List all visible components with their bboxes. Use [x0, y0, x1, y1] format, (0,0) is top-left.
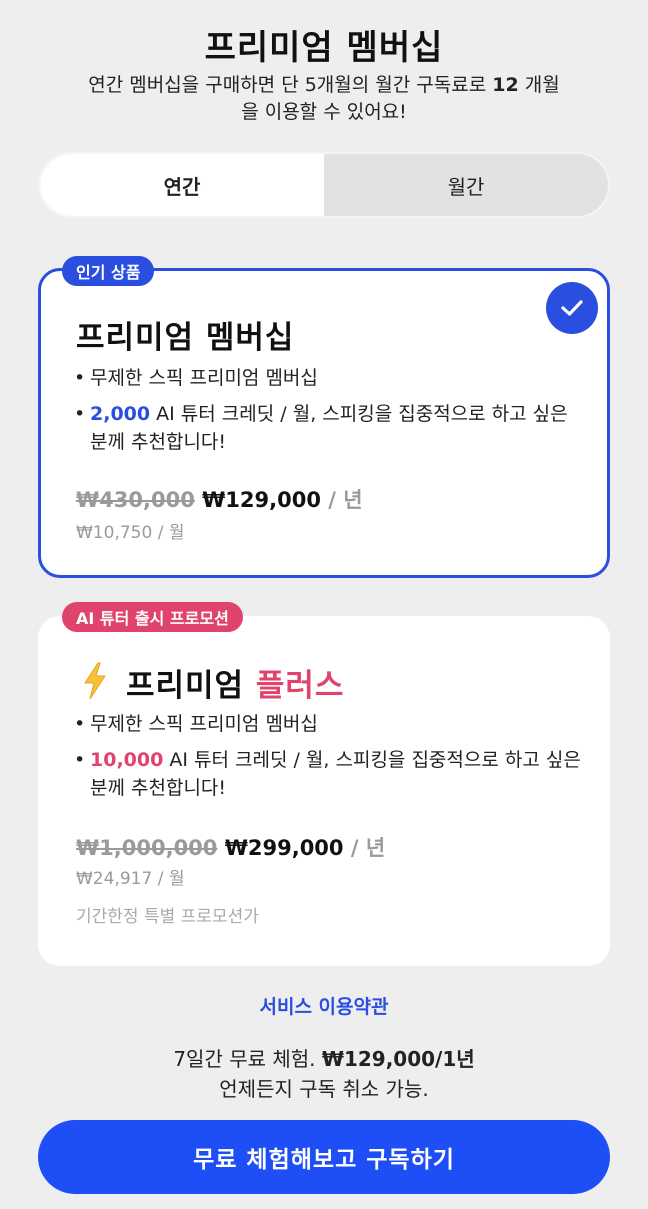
- sale-price: ₩129,000: [202, 488, 321, 512]
- trial-info: 7일간 무료 체험. ₩129,000/1년 언제든지 구독 취소 가능.: [173, 1047, 475, 1101]
- plan-name: 프리미엄 멤버십: [76, 320, 295, 356]
- terms-of-service-link[interactable]: 서비스 이용약관: [0, 992, 648, 1019]
- check-icon[interactable]: [546, 282, 598, 334]
- plan-feature: • 무제한 스픽 프리미엄 멤버십: [74, 713, 318, 735]
- plan-feature: • 2,000 AI 튜터 크레딧 / 월, 스피킹을 집중적으로 하고 싶은 분…: [74, 403, 568, 453]
- trial-price: ₩129,000/1년: [321, 1047, 475, 1071]
- plan-feature: • 10,000 AI 튜터 크레딧 / 월, 스피킹을 집중적으로 하고 싶은 …: [74, 749, 581, 799]
- subtitle-text-3: 을 이용할 수 있어요!: [241, 101, 407, 123]
- plan-feature: • 무제한 스픽 프리미엄 멤버십: [74, 367, 318, 389]
- plan-name-plus: 프리미엄 플러스: [126, 668, 345, 704]
- subtitle-text-2: 개월: [518, 74, 560, 96]
- sale-price: ₩299,000: [224, 836, 344, 860]
- billing-period-toggle: 연간 월간: [38, 152, 610, 218]
- membership-page: 프리미엄 멤버십 연간 멤버십을 구매하면 단 5개월의 월간 구독료로 12 …: [0, 0, 648, 1209]
- credit-amount: 2,000: [90, 403, 151, 425]
- promo-note: 기간한정 특별 프로모션가: [76, 907, 259, 927]
- page-subtitle: 연간 멤버십을 구매하면 단 5개월의 월간 구독료로 12 개월 을 이용할 …: [40, 72, 608, 126]
- page-title: 프리미엄 멤버십: [204, 28, 444, 68]
- tab-monthly[interactable]: 월간: [324, 154, 608, 216]
- tab-annual[interactable]: 연간: [40, 154, 324, 216]
- price-row: ₩430,000 ₩129,000 / 년: [76, 484, 363, 514]
- popular-badge: 인기 상품: [62, 256, 155, 286]
- original-price: ₩1,000,000: [76, 836, 218, 860]
- promo-badge: AI 튜터 출시 프로모션: [62, 602, 243, 632]
- subtitle-text: 연간 멤버십을 구매하면 단 5개월의 월간 구독료로: [88, 74, 493, 96]
- lightning-icon: [84, 662, 106, 700]
- credit-amount: 10,000: [90, 749, 164, 771]
- monthly-price: ₩10,750 / 월: [76, 523, 185, 543]
- monthly-price: ₩24,917 / 월: [76, 869, 185, 889]
- price-row: ₩1,000,000 ₩299,000 / 년: [76, 832, 385, 862]
- price-period: / 년: [320, 488, 363, 512]
- price-period: / 년: [343, 836, 386, 860]
- subtitle-months: 12: [492, 74, 519, 96]
- original-price: ₩430,000: [76, 488, 195, 512]
- subscribe-button[interactable]: 무료 체험해보고 구독하기: [38, 1120, 610, 1194]
